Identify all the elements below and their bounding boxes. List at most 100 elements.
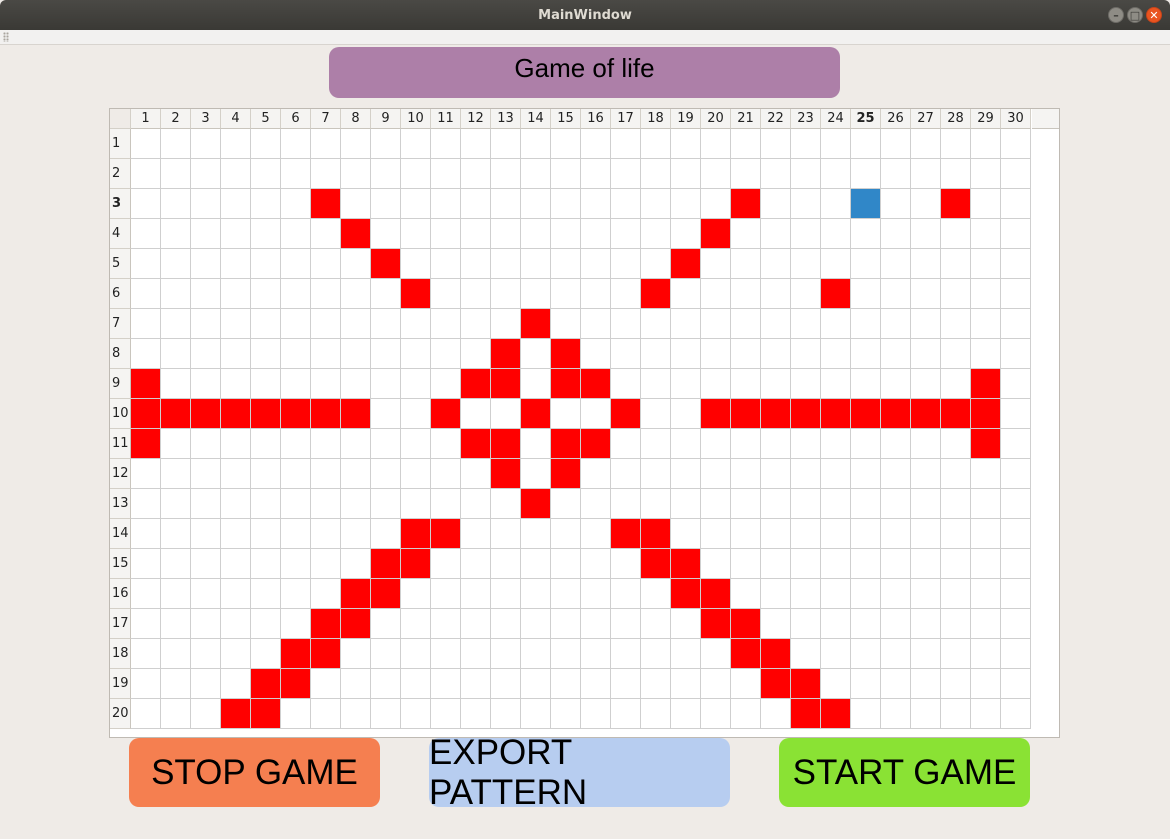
grid-cell[interactable] — [251, 579, 281, 609]
grid-cell[interactable] — [221, 639, 251, 669]
grid-cell[interactable] — [401, 309, 431, 339]
grid-cell[interactable] — [131, 639, 161, 669]
grid-cell[interactable] — [611, 609, 641, 639]
grid-cell[interactable] — [161, 219, 191, 249]
grid-cell-alive[interactable] — [641, 549, 671, 579]
row-header[interactable]: 3 — [110, 189, 131, 219]
grid-cell[interactable] — [461, 249, 491, 279]
grid-cell[interactable] — [881, 429, 911, 459]
grid-cell[interactable] — [731, 699, 761, 729]
grid-cell[interactable] — [851, 669, 881, 699]
grid-cell-alive[interactable] — [731, 189, 761, 219]
grid-cell[interactable] — [281, 459, 311, 489]
grid-cell-alive[interactable] — [401, 279, 431, 309]
grid-cell[interactable] — [791, 459, 821, 489]
grid-cell[interactable] — [1001, 489, 1031, 519]
row-header[interactable]: 4 — [110, 219, 131, 249]
grid-cell[interactable] — [221, 489, 251, 519]
grid-cell[interactable] — [761, 189, 791, 219]
grid-cell-alive[interactable] — [521, 399, 551, 429]
grid-cell-alive[interactable] — [581, 429, 611, 459]
grid-cell[interactable] — [221, 369, 251, 399]
grid-cell[interactable] — [971, 309, 1001, 339]
grid-cell[interactable] — [941, 519, 971, 549]
grid-cell[interactable] — [311, 459, 341, 489]
grid-cell[interactable] — [131, 309, 161, 339]
table-corner[interactable] — [110, 109, 131, 129]
grid-cell[interactable] — [371, 219, 401, 249]
grid-cell[interactable] — [941, 429, 971, 459]
grid-cell[interactable] — [191, 309, 221, 339]
grid-cell[interactable] — [221, 249, 251, 279]
grid-cell[interactable] — [161, 159, 191, 189]
column-header[interactable]: 25 — [851, 109, 881, 129]
grid-cell[interactable] — [611, 339, 641, 369]
grid-cell[interactable] — [341, 309, 371, 339]
grid-cell[interactable] — [281, 519, 311, 549]
grid-cell[interactable] — [251, 519, 281, 549]
grid-cell[interactable] — [221, 519, 251, 549]
grid-cell[interactable] — [221, 309, 251, 339]
grid-cell[interactable] — [881, 639, 911, 669]
grid-cell[interactable] — [461, 639, 491, 669]
grid-cell[interactable] — [731, 459, 761, 489]
grid-cell[interactable] — [851, 579, 881, 609]
grid-cell[interactable] — [131, 219, 161, 249]
grid-cell[interactable] — [941, 159, 971, 189]
grid-cell[interactable] — [731, 279, 761, 309]
grid-cell[interactable] — [1001, 579, 1031, 609]
grid-cell[interactable] — [971, 549, 1001, 579]
grid-cell[interactable] — [941, 279, 971, 309]
grid-cell[interactable] — [341, 549, 371, 579]
grid-cell[interactable] — [521, 699, 551, 729]
grid-cell[interactable] — [941, 489, 971, 519]
grid-cell[interactable] — [341, 519, 371, 549]
grid-cell-alive[interactable] — [491, 339, 521, 369]
grid-cell[interactable] — [491, 249, 521, 279]
grid-cell[interactable] — [311, 579, 341, 609]
grid-cell[interactable] — [431, 549, 461, 579]
grid-cell-alive[interactable] — [311, 609, 341, 639]
grid-cell[interactable] — [131, 489, 161, 519]
grid-cell[interactable] — [941, 339, 971, 369]
grid-cell[interactable] — [431, 369, 461, 399]
grid-cell[interactable] — [581, 309, 611, 339]
grid-cell[interactable] — [1001, 309, 1031, 339]
grid-cell-alive[interactable] — [551, 429, 581, 459]
grid-cell[interactable] — [491, 519, 521, 549]
grid-cell[interactable] — [581, 609, 611, 639]
row-header[interactable]: 10 — [110, 399, 131, 429]
grid-cell[interactable] — [491, 489, 521, 519]
grid-cell-alive[interactable] — [491, 459, 521, 489]
row-header[interactable]: 2 — [110, 159, 131, 189]
grid-cell[interactable] — [971, 159, 1001, 189]
grid-cell[interactable] — [551, 309, 581, 339]
grid-cell[interactable] — [551, 249, 581, 279]
grid-cell[interactable] — [281, 429, 311, 459]
grid-cell[interactable] — [251, 459, 281, 489]
grid-cell[interactable] — [581, 279, 611, 309]
grid-cell[interactable] — [731, 249, 761, 279]
grid-cell[interactable] — [311, 159, 341, 189]
grid-cell[interactable] — [161, 459, 191, 489]
grid-cell[interactable] — [401, 189, 431, 219]
grid-cell[interactable] — [221, 279, 251, 309]
grid-cell[interactable] — [941, 459, 971, 489]
grid-cell[interactable] — [341, 129, 371, 159]
grid-cell[interactable] — [731, 519, 761, 549]
grid-cell[interactable] — [371, 519, 401, 549]
grid-cell[interactable] — [701, 279, 731, 309]
grid-cell-alive[interactable] — [971, 369, 1001, 399]
grid-cell[interactable] — [911, 579, 941, 609]
grid-cell[interactable] — [251, 609, 281, 639]
grid-cell[interactable] — [791, 609, 821, 639]
grid-cell-alive[interactable] — [191, 399, 221, 429]
grid-cell[interactable] — [1001, 699, 1031, 729]
grid-cell[interactable] — [761, 549, 791, 579]
column-header[interactable]: 11 — [431, 109, 461, 129]
grid-cell[interactable] — [341, 369, 371, 399]
grid-cell[interactable] — [521, 669, 551, 699]
grid-cell[interactable] — [341, 189, 371, 219]
grid-cell[interactable] — [431, 339, 461, 369]
grid-cell[interactable] — [881, 519, 911, 549]
